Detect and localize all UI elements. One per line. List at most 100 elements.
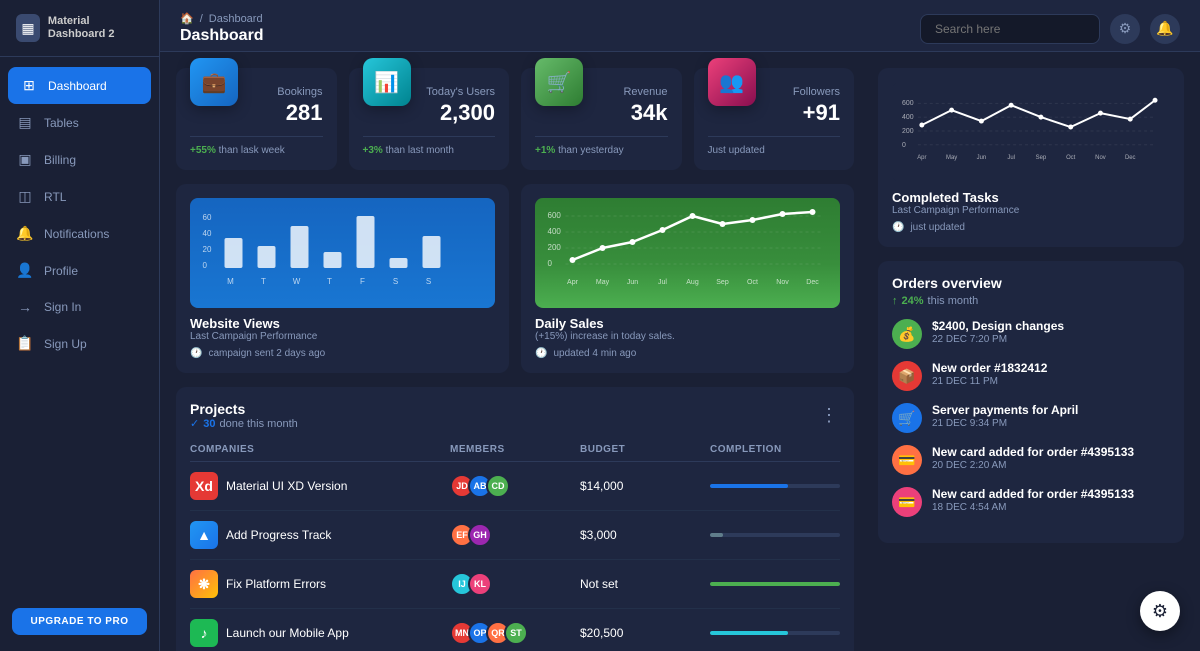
order-date: 21 DEC 11 PM bbox=[932, 376, 1170, 387]
progress-bar bbox=[710, 582, 840, 586]
line-chart: 600 400 200 0 bbox=[535, 198, 840, 308]
order-name: New order #1832412 bbox=[932, 361, 1170, 375]
logo-icon: ▦ bbox=[16, 14, 40, 42]
order-name: Server payments for April bbox=[932, 403, 1170, 417]
followers-icon: 👥 bbox=[708, 58, 756, 106]
fab-settings-button[interactable]: ⚙ bbox=[1140, 591, 1180, 631]
company-logo: ❋ bbox=[190, 570, 218, 598]
sidebar-item-signin[interactable]: → Sign In bbox=[0, 289, 159, 325]
members-cell: IJ KL bbox=[450, 572, 580, 596]
sidebar-item-rtl[interactable]: ◫ RTL bbox=[0, 178, 159, 215]
upgrade-button[interactable]: UPGRADE TO PRO bbox=[12, 608, 147, 635]
order-dot: 📦 bbox=[892, 361, 922, 391]
sidebar-logo: ▦ Material Dashboard 2 bbox=[0, 0, 159, 57]
search-input[interactable] bbox=[920, 14, 1100, 44]
chart-title: Website Views bbox=[190, 316, 495, 331]
svg-text:40: 40 bbox=[203, 229, 212, 238]
order-item: 🛒 Server payments for April 21 DEC 9:34 … bbox=[892, 403, 1170, 433]
chart-subtitle: (+15%) increase in today sales. bbox=[535, 331, 840, 342]
completion-cell bbox=[710, 631, 840, 635]
orders-month-pct: 24% bbox=[902, 295, 924, 307]
order-date: 22 DEC 7:20 PM bbox=[932, 334, 1170, 345]
order-name: New card added for order #4395133 bbox=[932, 445, 1170, 459]
bar-chart-svg: 60 40 20 0 bbox=[202, 208, 483, 288]
chart-title: Daily Sales bbox=[535, 316, 840, 331]
progress-fill bbox=[710, 484, 788, 488]
table-row: ▲ Add Progress Track EF GH $3,000 bbox=[190, 511, 840, 560]
tasks-chart-wrap: 600 400 200 0 bbox=[892, 82, 1170, 182]
svg-text:Nov: Nov bbox=[776, 279, 789, 286]
sidebar-item-notifications[interactable]: 🔔 Notifications bbox=[0, 215, 159, 252]
order-name: $2400, Design changes bbox=[932, 319, 1170, 333]
projects-title: Projects bbox=[190, 401, 298, 417]
completion-cell bbox=[710, 484, 840, 488]
svg-text:Jul: Jul bbox=[658, 279, 667, 286]
signin-icon: → bbox=[16, 299, 34, 315]
svg-text:400: 400 bbox=[548, 227, 562, 236]
sidebar-item-label: Notifications bbox=[44, 227, 109, 241]
order-date: 20 DEC 2:20 AM bbox=[932, 460, 1170, 471]
members-cell: EF GH bbox=[450, 523, 580, 547]
svg-text:Dec: Dec bbox=[1125, 155, 1136, 161]
order-item: 💳 New card added for order #4395133 20 D… bbox=[892, 445, 1170, 475]
sidebar-item-signup[interactable]: 📋 Sign Up bbox=[0, 325, 159, 362]
check-icon: ✓ bbox=[190, 417, 199, 430]
breadcrumb-link[interactable]: Dashboard bbox=[209, 13, 263, 25]
clock-icon: 🕐 bbox=[892, 222, 904, 233]
projects-section: Projects ✓ 30 done this month ⋮ COMPANIE… bbox=[176, 387, 854, 651]
tasks-footer-text: just updated bbox=[910, 222, 965, 233]
chart-footer-text: updated 4 min ago bbox=[553, 348, 636, 359]
svg-text:0: 0 bbox=[902, 142, 906, 149]
sidebar-item-tables[interactable]: ▤ Tables bbox=[0, 104, 159, 141]
order-dot: 🛒 bbox=[892, 403, 922, 433]
stat-footer: Just updated bbox=[708, 136, 841, 156]
order-date: 18 DEC 4:54 AM bbox=[932, 502, 1170, 513]
progress-fill bbox=[710, 631, 788, 635]
stat-card-users: 📊 Today's Users 2,300 +3% than last mont… bbox=[349, 68, 510, 170]
notifications-bell-icon[interactable]: 🔔 bbox=[1150, 14, 1180, 44]
stat-card-bookings: 💼 Bookings 281 +55% than lask week bbox=[176, 68, 337, 170]
svg-text:Oct: Oct bbox=[747, 279, 758, 286]
projects-header: Projects ✓ 30 done this month ⋮ bbox=[190, 401, 840, 430]
settings-icon[interactable]: ⚙ bbox=[1110, 14, 1140, 44]
tasks-chart-footer: 🕐 just updated bbox=[892, 222, 1170, 233]
page-title: Dashboard bbox=[180, 27, 264, 45]
order-dot: 💳 bbox=[892, 487, 922, 517]
sidebar-item-profile[interactable]: 👤 Profile bbox=[0, 252, 159, 289]
content-left: 💼 Bookings 281 +55% than lask week 📊 Tod… bbox=[160, 52, 870, 651]
members-cell: JD AB CD bbox=[450, 474, 580, 498]
more-options-button[interactable]: ⋮ bbox=[820, 405, 840, 426]
breadcrumb-top: 🏠 / Dashboard bbox=[180, 12, 264, 25]
users-icon: 📊 bbox=[363, 58, 411, 106]
progress-bar bbox=[710, 631, 840, 635]
breadcrumb-sep: / bbox=[200, 13, 203, 25]
members-cell: MN OP QR Jessica Doe ST bbox=[450, 621, 580, 645]
order-item: 💳 New card added for order #4395133 18 D… bbox=[892, 487, 1170, 517]
header-right: ⚙ 🔔 bbox=[920, 14, 1180, 44]
stat-cards: 💼 Bookings 281 +55% than lask week 📊 Tod… bbox=[176, 68, 854, 170]
avatar: KL bbox=[468, 572, 492, 596]
order-info: New card added for order #4395133 18 DEC… bbox=[932, 487, 1170, 513]
notifications-icon: 🔔 bbox=[16, 225, 34, 242]
svg-text:Dec: Dec bbox=[806, 279, 819, 286]
svg-text:Jun: Jun bbox=[977, 155, 987, 161]
billing-icon: ▣ bbox=[16, 151, 34, 168]
sidebar-item-billing[interactable]: ▣ Billing bbox=[0, 141, 159, 178]
budget-cell: $14,000 bbox=[580, 479, 710, 493]
tasks-chart-sub: Last Campaign Performance bbox=[892, 205, 1170, 216]
completed-tasks-card: 600 400 200 0 bbox=[878, 68, 1184, 247]
order-info: New order #1832412 21 DEC 11 PM bbox=[932, 361, 1170, 387]
line-chart-svg: 600 400 200 0 bbox=[547, 208, 828, 288]
svg-text:Sep: Sep bbox=[1036, 155, 1047, 161]
avatar: CD bbox=[486, 474, 510, 498]
profile-icon: 👤 bbox=[16, 262, 34, 279]
svg-text:0: 0 bbox=[203, 261, 208, 270]
progress-bar bbox=[710, 533, 840, 537]
orders-month-label: this month bbox=[928, 295, 979, 307]
projects-title-group: Projects ✓ 30 done this month bbox=[190, 401, 298, 430]
order-item: 📦 New order #1832412 21 DEC 11 PM bbox=[892, 361, 1170, 391]
company-logo: ▲ bbox=[190, 521, 218, 549]
website-views-card: 60 40 20 0 bbox=[176, 184, 509, 373]
table-row: ❋ Fix Platform Errors IJ KL Not set bbox=[190, 560, 840, 609]
sidebar-item-dashboard[interactable]: ⊞ Dashboard bbox=[8, 67, 151, 104]
